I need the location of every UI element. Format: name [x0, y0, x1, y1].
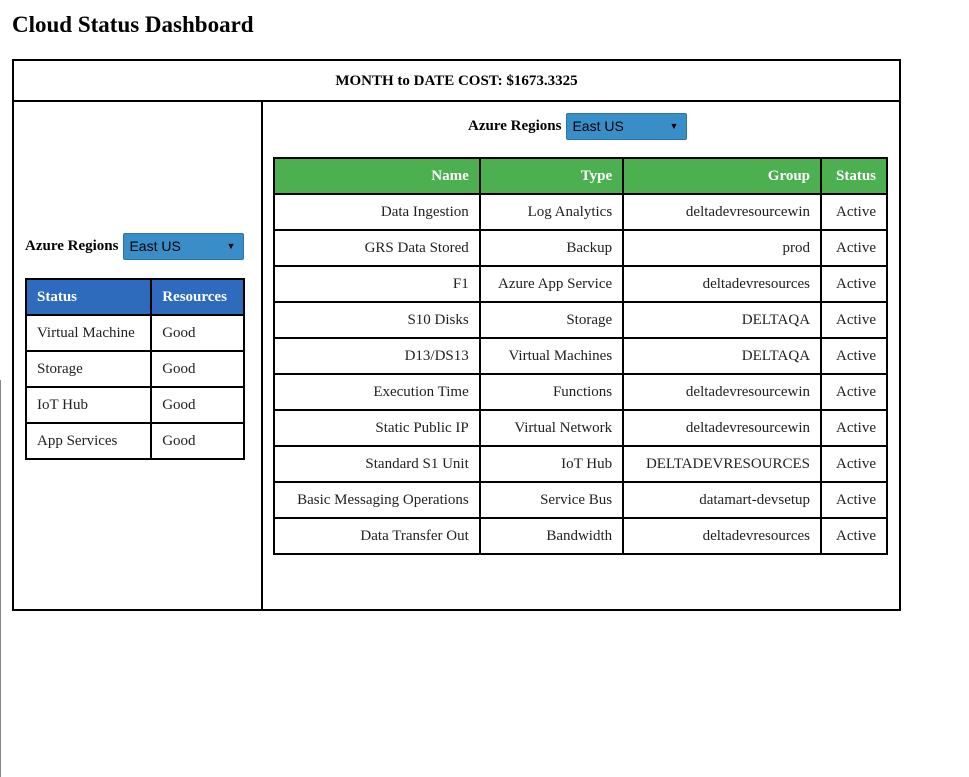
resources-table-header-row: Name Type Group Status: [273, 157, 888, 195]
resource-status: Active: [820, 445, 888, 483]
table-row: Data Transfer Out Bandwidth deltadevreso…: [273, 517, 888, 555]
resource-type: IoT Hub: [478, 445, 625, 483]
left-pane: Azure Regions East US ▼ Status Resources…: [14, 102, 263, 609]
right-region-label: Azure Regions: [468, 118, 562, 134]
resource-group: deltadevresourcewin: [622, 373, 823, 411]
table-row: Data Ingestion Log Analytics deltadevres…: [273, 193, 888, 231]
resource-name: Basic Messaging Operations: [273, 481, 481, 519]
resource-type: Storage: [478, 301, 625, 339]
resource-name: Standard S1 Unit: [273, 445, 481, 483]
resource-type: Service Bus: [478, 481, 625, 519]
table-row: App Services Good: [24, 422, 245, 460]
month-to-date-cost: MONTH to DATE COST: $1673.3325: [14, 61, 899, 102]
resource-group: datamart-devsetup: [622, 481, 823, 519]
type-header: Type: [478, 157, 625, 195]
resource-type: Virtual Network: [478, 409, 625, 447]
resource-type: Backup: [478, 229, 625, 267]
resource-status: Good: [150, 422, 245, 460]
resource-status: Active: [820, 481, 888, 519]
table-row: Storage Good: [24, 350, 245, 388]
resources-table: Name Type Group Status Data Ingestion Lo…: [273, 157, 888, 555]
resource-name: GRS Data Stored: [273, 229, 481, 267]
resource-status: Good: [150, 386, 245, 424]
right-pane: Azure Regions East US ▼ Name Type Group …: [263, 102, 899, 609]
table-row: D13/DS13 Virtual Machines DELTAQA Active: [273, 337, 888, 375]
resource-group: DELTAQA: [622, 301, 823, 339]
dashboard-frame: MONTH to DATE COST: $1673.3325 Azure Reg…: [12, 59, 901, 611]
resource-group: deltadevresourcewin: [622, 409, 823, 447]
status-table-header-row: Status Resources: [24, 278, 245, 316]
resource-name: Data Transfer Out: [273, 517, 481, 555]
resource-name: F1: [273, 265, 481, 303]
resource-status: Active: [820, 337, 888, 375]
status-header: Status: [820, 157, 888, 195]
resource-group: deltadevresourcewin: [622, 193, 823, 231]
resource-status: Active: [820, 265, 888, 303]
left-region-dropdown[interactable]: East US ▼: [123, 233, 245, 260]
resource-status: Good: [150, 314, 245, 352]
resource-type: Functions: [478, 373, 625, 411]
resource-type: Azure App Service: [478, 265, 625, 303]
resource-name: Static Public IP: [273, 409, 481, 447]
status-table: Status Resources Virtual Machine Good St…: [24, 278, 245, 460]
table-row: F1 Azure App Service deltadevresources A…: [273, 265, 888, 303]
table-row: Execution Time Functions deltadevresourc…: [273, 373, 888, 411]
caret-down-icon: ▼: [226, 241, 236, 251]
resource-name: Execution Time: [273, 373, 481, 411]
resource-name: IoT Hub: [24, 386, 153, 424]
resource-type: Bandwidth: [478, 517, 625, 555]
caret-down-icon: ▼: [669, 121, 679, 131]
resource-group: DELTAQA: [622, 337, 823, 375]
left-region-selector: Azure Regions East US ▼: [25, 233, 245, 260]
group-header: Group: [622, 157, 823, 195]
resource-status: Active: [820, 193, 888, 231]
resource-group: DELTADEVRESOURCES: [622, 445, 823, 483]
resource-name: Data Ingestion: [273, 193, 481, 231]
resource-group: deltadevresources: [622, 265, 823, 303]
table-row: Basic Messaging Operations Service Bus d…: [273, 481, 888, 519]
name-header: Name: [273, 157, 481, 195]
resource-name: D13/DS13: [273, 337, 481, 375]
resource-type: Log Analytics: [478, 193, 625, 231]
resource-type: Virtual Machines: [478, 337, 625, 375]
resource-status: Active: [820, 409, 888, 447]
window-edge: [0, 380, 1, 777]
resource-group: prod: [622, 229, 823, 267]
resource-name: App Services: [24, 422, 153, 460]
resource-status: Good: [150, 350, 245, 388]
resource-status: Active: [820, 229, 888, 267]
table-row: Static Public IP Virtual Network deltade…: [273, 409, 888, 447]
resource-status: Active: [820, 517, 888, 555]
table-row: Standard S1 Unit IoT Hub DELTADEVRESOURC…: [273, 445, 888, 483]
right-region-value: East US: [572, 118, 624, 134]
resource-status: Active: [820, 301, 888, 339]
resource-group: deltadevresources: [622, 517, 823, 555]
right-region-dropdown[interactable]: East US ▼: [566, 113, 688, 140]
resources-header: Resources: [150, 278, 245, 316]
left-region-value: East US: [129, 238, 181, 254]
left-region-label: Azure Regions: [25, 238, 119, 254]
resource-status: Active: [820, 373, 888, 411]
table-row: Virtual Machine Good: [24, 314, 245, 352]
table-row: S10 Disks Storage DELTAQA Active: [273, 301, 888, 339]
resource-name: Storage: [24, 350, 153, 388]
page-title: Cloud Status Dashboard: [12, 12, 254, 37]
table-row: IoT Hub Good: [24, 386, 245, 424]
resource-name: S10 Disks: [273, 301, 481, 339]
status-header: Status: [24, 278, 153, 316]
resource-name: Virtual Machine: [24, 314, 153, 352]
table-row: GRS Data Stored Backup prod Active: [273, 229, 888, 267]
right-region-selector: Azure Regions East US ▼: [468, 113, 688, 140]
